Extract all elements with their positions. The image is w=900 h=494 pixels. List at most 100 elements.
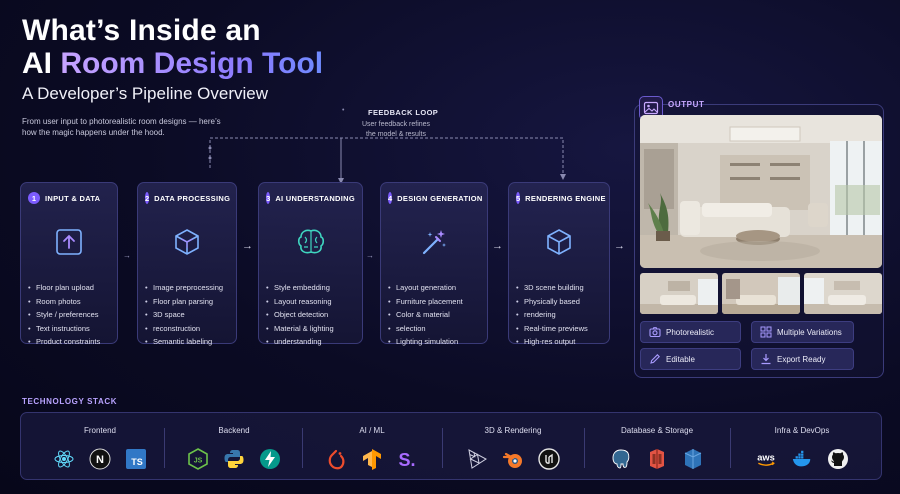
step-card-processing: 2 DATA PROCESSING Image preprocessing Fl… — [137, 182, 237, 348]
tech-group-name: Database & Storage — [620, 426, 694, 435]
list-item: Product constraints — [28, 335, 110, 349]
step-card-rendering-engine: 5 RENDERING ENGINE 3D scene building Phy… — [508, 182, 610, 348]
arrow-icon: → — [366, 251, 374, 260]
cube-icon — [516, 227, 602, 261]
list-item: Lighting simulation — [388, 335, 480, 349]
step-number: 2 — [145, 192, 150, 204]
unreal-icon — [538, 448, 560, 470]
feature-export-ready: Export Ready — [751, 348, 854, 370]
grid-icon — [760, 326, 772, 338]
cube-icon — [145, 227, 229, 261]
list-item: Floor plan upload — [28, 281, 110, 295]
tech-group-database-storage: Database & Storage — [584, 420, 730, 472]
react-icon — [53, 448, 75, 470]
list-item: High-res output — [516, 335, 602, 349]
step-title: INPUT & DATA — [45, 193, 101, 203]
tech-stack-label: TECHNOLOGY STACK — [22, 397, 118, 406]
tech-group-name: Backend — [218, 426, 250, 435]
feature-photorealistic: Photorealistic — [640, 321, 741, 343]
pencil-icon — [649, 353, 661, 365]
arrow-icon: → — [123, 251, 131, 260]
tech-group-backend: Backend JS — [164, 420, 304, 472]
camera-icon — [649, 326, 661, 338]
list-item: Object detection — [266, 308, 355, 322]
tech-group-name: AI / ML — [359, 426, 385, 435]
variation-thumbnail[interactable] — [804, 273, 882, 314]
postgresql-icon — [610, 448, 632, 470]
nodejs-icon: JS — [187, 448, 209, 470]
feature-multiple-variations: Multiple Variations — [751, 321, 854, 343]
fastapi-icon — [259, 448, 281, 470]
list-item: Material & lighting — [266, 322, 355, 336]
step-number: 4 — [388, 192, 393, 204]
step-title: AI UNDERSTANDING — [275, 193, 355, 203]
blender-icon — [502, 448, 524, 470]
list-item: 3D scene building — [516, 281, 602, 295]
arrow-icon: → — [242, 240, 253, 252]
output-label: OUTPUT — [668, 100, 705, 109]
list-item: Layout generation — [388, 281, 480, 295]
list-item: Color & material — [388, 308, 480, 322]
pytorch-icon — [325, 448, 347, 470]
list-item: Real-time previews — [516, 322, 602, 336]
step-title: DATA PROCESSING — [154, 193, 231, 203]
tech-group-name: 3D & Rendering — [484, 426, 542, 435]
step-card-ai-understanding: 3 AI UNDERSTANDING Style embedding Layou… — [258, 182, 363, 348]
nextjs-glyph: N — [96, 454, 104, 466]
step-number: 5 — [516, 192, 521, 204]
step-card-input: 1 INPUT & DATA Floor plan upload Room ph… — [20, 182, 118, 348]
download-icon — [760, 353, 772, 365]
dynamodb-icon — [682, 448, 704, 470]
step-number: 3 — [266, 192, 271, 204]
tech-group-ai-ml: AI / ML S. — [302, 420, 442, 472]
list-item: Room photos — [28, 295, 110, 309]
nodejs-glyph: JS — [194, 458, 203, 465]
list-item: Semantic labeling — [145, 335, 229, 349]
list-item: selection — [388, 322, 480, 336]
step-title: DESIGN GENERATION — [397, 193, 483, 203]
typescript-glyph: TS — [131, 457, 143, 467]
list-item: reconstruction — [145, 322, 229, 336]
list-item: Physically based — [516, 295, 602, 309]
arrow-icon: → — [614, 240, 625, 252]
step-card-design-generation: 4 DESIGN GENERATION Layout generation Fu… — [380, 182, 488, 348]
room-render-image — [640, 115, 882, 268]
list-item: Furniture placement — [388, 295, 480, 309]
tech-group-name: Infra & DevOps — [774, 426, 830, 435]
typescript-icon: TS — [125, 448, 147, 470]
threejs-icon — [466, 448, 488, 470]
feature-editable: Editable — [640, 348, 741, 370]
step-number: 1 — [28, 192, 40, 204]
list-item: 3D space — [145, 308, 229, 322]
list-item: rendering — [516, 308, 602, 322]
nextjs-icon: N — [89, 448, 111, 470]
aws-s3-icon — [646, 448, 668, 470]
docker-icon — [791, 448, 813, 470]
list-item: understanding — [266, 335, 355, 349]
feature-label: Export Ready — [777, 354, 826, 364]
aws-icon: aws — [755, 448, 777, 470]
list-item: Style / preferences — [28, 308, 110, 322]
magic-wand-icon — [388, 227, 480, 261]
stability-glyph: S. — [398, 450, 415, 470]
list-item: Image preprocessing — [145, 281, 229, 295]
aws-glyph: aws — [757, 453, 775, 463]
variation-thumbnail[interactable] — [722, 273, 800, 314]
list-item: Floor plan parsing — [145, 295, 229, 309]
step-title: RENDERING ENGINE — [525, 193, 606, 203]
upload-icon — [28, 227, 110, 261]
variation-thumbnail[interactable] — [640, 273, 718, 314]
tech-group-frontend: Frontend N TS — [30, 420, 170, 472]
tech-group-infra-devops: Infra & DevOps aws — [730, 420, 874, 472]
tech-group-name: Frontend — [83, 426, 117, 435]
list-item: Text instructions — [28, 322, 110, 336]
feature-label: Multiple Variations — [777, 327, 842, 337]
list-item: Style embedding — [266, 281, 355, 295]
tensorflow-icon — [361, 448, 383, 470]
list-item: Layout reasoning — [266, 295, 355, 309]
github-icon — [827, 448, 849, 470]
brain-icon — [266, 227, 355, 261]
python-icon — [223, 448, 245, 470]
feature-label: Editable — [666, 354, 695, 364]
arrow-icon: → — [492, 240, 503, 252]
